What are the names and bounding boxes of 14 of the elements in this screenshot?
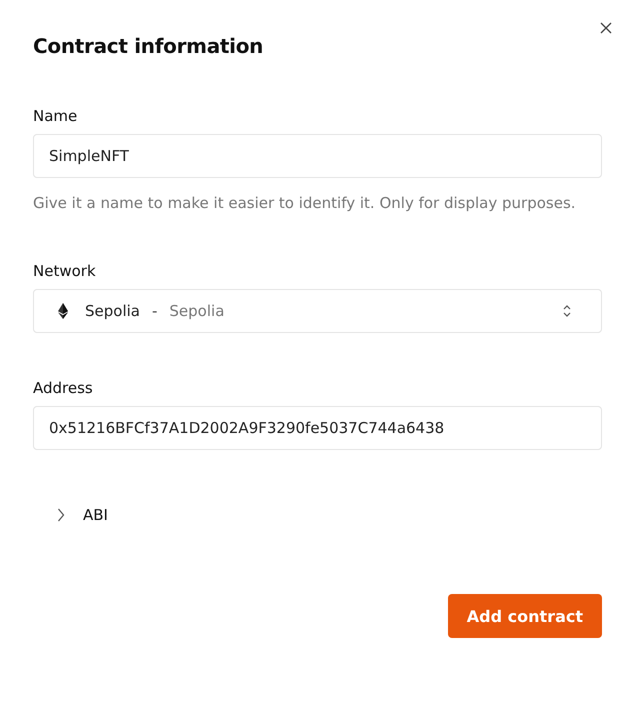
add-contract-button[interactable]: Add contract	[448, 594, 602, 638]
chevron-updown-icon	[563, 304, 571, 318]
dialog-title: Contract information	[33, 33, 264, 60]
field-label: Address	[33, 378, 94, 398]
name-field[interactable]: SimpleNFT	[33, 134, 602, 178]
address-field[interactable]: 0x51216BFCf37A1D2002A9F3290fe5037C744a6438	[33, 406, 602, 450]
field-label: Network	[33, 261, 97, 281]
network-select[interactable]: Sepolia - Sepolia	[33, 289, 602, 333]
close-icon[interactable]	[600, 22, 612, 34]
diamond-icon	[58, 303, 68, 319]
help-text: Give it a name to make it easier to identify it. Only for display purposes.	[33, 193, 577, 214]
abi-toggle[interactable]: ABI	[57, 506, 108, 524]
chevron-icon	[57, 508, 65, 522]
field-label: Name	[33, 106, 78, 126]
